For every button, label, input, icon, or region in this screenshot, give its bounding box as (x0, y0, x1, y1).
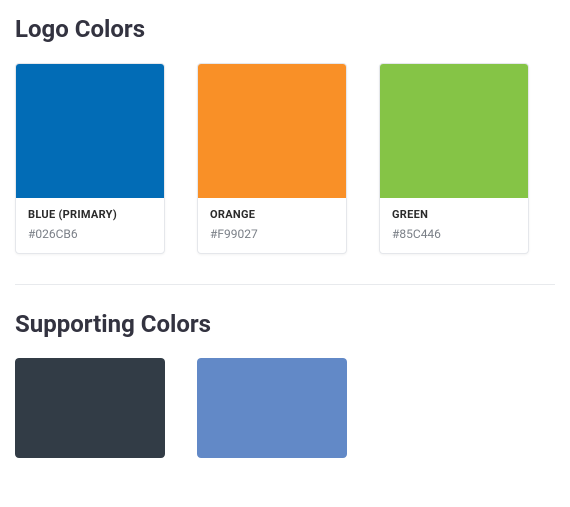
color-swatch-card (197, 358, 347, 458)
color-swatch-card: ORANGE #F99027 (197, 63, 347, 254)
supporting-colors-row (15, 358, 555, 458)
swatch-info: GREEN #85C446 (380, 198, 528, 253)
color-swatch-card (15, 358, 165, 458)
swatch-hex: #026CB6 (28, 227, 152, 241)
swatch-hex: #F99027 (210, 227, 334, 241)
color-swatch (380, 64, 528, 198)
swatch-hex: #85C446 (392, 227, 516, 241)
swatch-info: ORANGE #F99027 (198, 198, 346, 253)
color-swatch-card: GREEN #85C446 (379, 63, 529, 254)
swatch-name: ORANGE (210, 208, 334, 221)
swatch-name: GREEN (392, 208, 516, 221)
color-swatch-card: BLUE (PRIMARY) #026CB6 (15, 63, 165, 254)
color-swatch (15, 358, 165, 458)
color-swatch (16, 64, 164, 198)
section-divider (15, 284, 555, 285)
swatch-name: BLUE (PRIMARY) (28, 208, 152, 221)
logo-colors-heading: Logo Colors (15, 15, 555, 43)
logo-colors-row: BLUE (PRIMARY) #026CB6 ORANGE #F99027 GR… (15, 63, 555, 254)
supporting-colors-heading: Supporting Colors (15, 310, 555, 338)
color-swatch (197, 358, 347, 458)
color-swatch (198, 64, 346, 198)
swatch-info: BLUE (PRIMARY) #026CB6 (16, 198, 164, 253)
